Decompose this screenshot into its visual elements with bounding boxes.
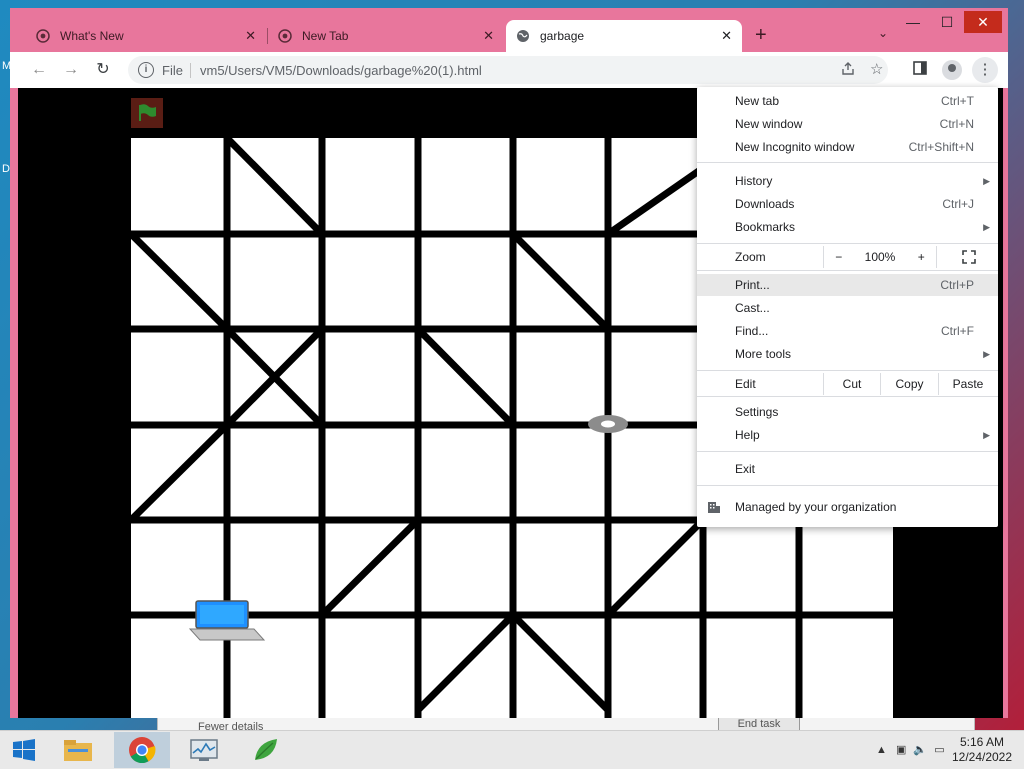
network-icon[interactable]: ▣ [896, 744, 906, 756]
menu-item-find[interactable]: Find... Ctrl+F [697, 320, 998, 342]
divider [190, 63, 191, 78]
menu-item-exit[interactable]: Exit [697, 458, 998, 480]
tab-search-button[interactable]: ⌄ [878, 26, 888, 40]
side-panel-icon[interactable] [910, 60, 930, 80]
clock[interactable]: 5:16 AM 12/24/2022 [950, 735, 1014, 765]
menu-separator [697, 243, 998, 244]
submenu-arrow-icon: ▶ [983, 176, 990, 186]
tab-title: New Tab [302, 29, 349, 43]
taskbar: ▲ ▣ 🔈 ▭ 5:16 AM 12/24/2022 [0, 730, 1024, 769]
url-text[interactable]: vm5/Users/VM5/Downloads/garbage%20(1).ht… [200, 63, 482, 78]
site-info-icon[interactable]: i [138, 62, 154, 78]
menu-item-new-incognito[interactable]: New Incognito window Ctrl+Shift+N [697, 136, 998, 158]
close-tab-icon[interactable]: ✕ [483, 28, 494, 44]
browser-menu: New tab Ctrl+T New window Ctrl+N New Incog… [697, 87, 998, 527]
browser-toolbar: ← → ↻ i File vm5/Users/VM5/Downloads/gar… [10, 52, 1008, 88]
globe-icon [516, 29, 530, 43]
menu-item-settings[interactable]: Settings [697, 401, 998, 423]
menu-item-history[interactable]: History ▶ [697, 170, 998, 192]
zoom-controls: − 100% + [823, 246, 937, 268]
zoom-out-button[interactable]: − [835, 246, 842, 268]
menu-separator [697, 370, 998, 371]
menu-item-edit: Edit Cut Copy Paste [697, 373, 998, 395]
volume-icon[interactable]: 🔈 [913, 744, 927, 756]
submenu-arrow-icon: ▶ [983, 222, 990, 232]
menu-item-more-tools[interactable]: More tools ▶ [697, 343, 998, 365]
task-manager-icon[interactable] [176, 732, 232, 768]
building-icon [708, 502, 720, 513]
zoom-in-button[interactable]: + [918, 246, 925, 268]
chrome-icon [278, 29, 292, 43]
address-bar[interactable]: i File vm5/Users/VM5/Downloads/garbage%2… [128, 56, 888, 84]
submenu-arrow-icon: ▶ [983, 430, 990, 440]
leaf-app-icon[interactable] [238, 732, 294, 768]
paste-button[interactable]: Paste [938, 373, 997, 395]
menu-separator [697, 485, 998, 486]
menu-item-managed[interactable]: Managed by your organization [697, 496, 998, 518]
menu-kebab-icon[interactable]: ⋮ [972, 57, 998, 83]
flag-icon [139, 104, 156, 121]
menu-item-new-tab[interactable]: New tab Ctrl+T [697, 90, 998, 112]
new-tab-button[interactable]: + [755, 24, 767, 47]
menu-item-help[interactable]: Help ▶ [697, 424, 998, 446]
clock-time: 5:16 AM [959, 735, 1005, 749]
close-tab-icon[interactable]: ✕ [721, 28, 732, 44]
tab-whats-new[interactable]: What's New ✕ [26, 20, 266, 52]
url-scheme: File [162, 63, 183, 78]
obstacle-icon [588, 415, 628, 433]
close-button[interactable]: ✕ [964, 11, 1002, 33]
reload-button[interactable]: ↻ [92, 60, 114, 80]
menu-separator [697, 451, 998, 452]
tab-new-tab[interactable]: New Tab ✕ [268, 20, 504, 52]
maximize-button[interactable]: ☐ [930, 11, 964, 33]
menu-item-cast[interactable]: Cast... [697, 297, 998, 319]
minimize-button[interactable]: — [896, 11, 930, 33]
tab-title: garbage [540, 29, 585, 43]
profile-avatar-icon[interactable] [942, 60, 962, 80]
menu-separator [697, 396, 998, 397]
tab-title: What's New [60, 29, 124, 43]
close-tab-icon[interactable]: ✕ [245, 28, 256, 44]
copy-button[interactable]: Copy [880, 373, 938, 395]
back-button[interactable]: ← [28, 60, 50, 80]
start-button[interactable] [2, 732, 46, 768]
system-tray[interactable]: ▲ ▣ 🔈 ▭ [876, 743, 945, 756]
show-hidden-icons-icon[interactable]: ▲ [876, 744, 887, 756]
menu-item-print[interactable]: Print... Ctrl+P [697, 274, 998, 296]
tab-garbage[interactable]: garbage ✕ [506, 20, 742, 52]
window-controls: — ☐ ✕ [896, 11, 1002, 33]
bookmark-star-icon[interactable]: ☆ [870, 60, 883, 78]
menu-separator [697, 270, 998, 271]
menu-item-downloads[interactable]: Downloads Ctrl+J [697, 193, 998, 215]
chrome-icon[interactable] [114, 732, 170, 768]
chrome-icon [36, 29, 50, 43]
zoom-level: 100% [864, 250, 896, 264]
clock-date: 12/24/2022 [951, 750, 1013, 764]
fullscreen-icon[interactable] [962, 250, 976, 264]
green-flag-button[interactable] [131, 98, 163, 128]
forward-button[interactable]: → [60, 60, 82, 80]
desktop-icon-label: D [2, 163, 10, 175]
notification-icon[interactable]: ▭ [934, 744, 944, 756]
cut-button[interactable]: Cut [823, 373, 880, 395]
menu-item-bookmarks[interactable]: Bookmarks ▶ [697, 216, 998, 238]
menu-item-zoom: Zoom − 100% + [697, 246, 998, 270]
menu-item-new-window[interactable]: New window Ctrl+N [697, 113, 998, 135]
submenu-arrow-icon: ▶ [983, 349, 990, 359]
windows-icon [13, 739, 35, 761]
share-icon[interactable] [840, 61, 856, 80]
file-explorer-icon[interactable] [50, 732, 106, 768]
menu-separator [697, 162, 998, 163]
